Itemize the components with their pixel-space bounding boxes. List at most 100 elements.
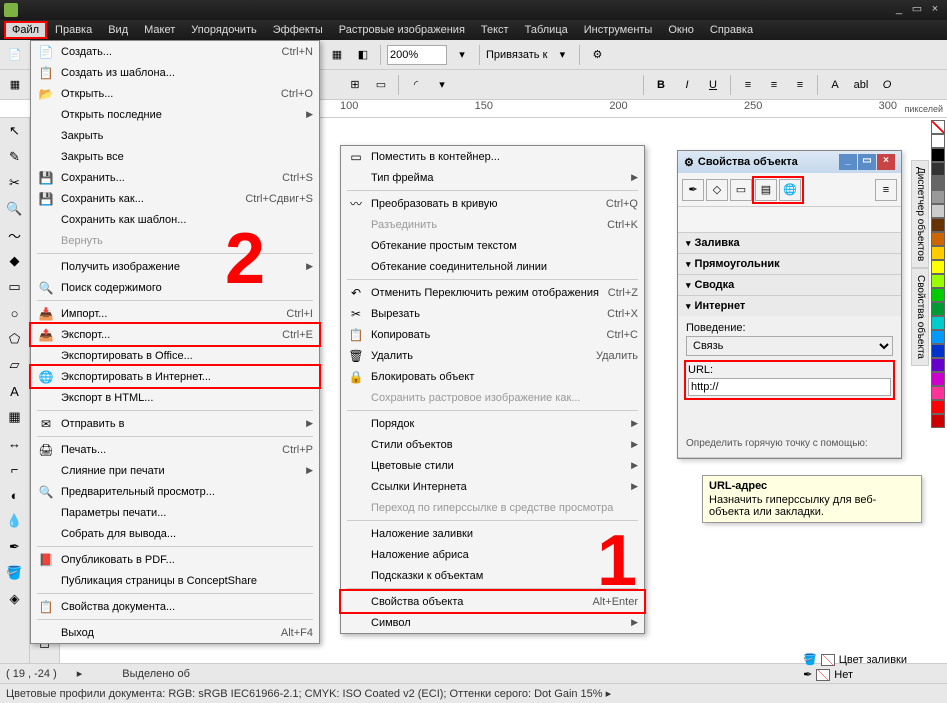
file-menu-item[interactable]: Слияние при печати▶ — [31, 460, 319, 481]
connector-tool-icon[interactable]: ⌐ — [2, 457, 28, 481]
color-swatch[interactable] — [931, 288, 945, 302]
file-menu-item[interactable]: Публикация страницы в ConceptShare — [31, 570, 319, 591]
menu-effects[interactable]: Эффекты — [265, 22, 331, 38]
menu-edit[interactable]: Правка — [47, 22, 100, 38]
tab-fill-icon[interactable]: ◇ — [706, 179, 728, 201]
file-menu-item[interactable]: 📕Опубликовать в PDF... — [31, 549, 319, 570]
file-menu-item[interactable]: 🔍Поиск содержимого — [31, 277, 319, 298]
color-swatch[interactable] — [931, 400, 945, 414]
context-menu-item[interactable]: Переход по гиперссылке в средстве просмо… — [341, 497, 644, 518]
tab-summary-icon[interactable]: ≡ — [875, 179, 897, 201]
color-swatch[interactable] — [931, 372, 945, 386]
context-menu-item[interactable]: Ссылки Интернета▶ — [341, 476, 644, 497]
crop-tool-icon[interactable]: ✂ — [2, 171, 28, 195]
file-menu-item[interactable]: 🌐Экспортировать в Интернет... — [31, 366, 319, 387]
file-menu-item[interactable]: Вернуть — [31, 230, 319, 251]
file-menu-item[interactable]: Экспорт в HTML... — [31, 387, 319, 408]
welcome-icon[interactable]: ◧ — [352, 44, 374, 66]
abl-icon[interactable]: abl — [850, 74, 872, 96]
position-icon[interactable]: ⊞ — [344, 74, 366, 96]
file-menu-item[interactable]: Параметры печати... — [31, 502, 319, 523]
file-menu-item[interactable]: 📋Свойства документа... — [31, 596, 319, 617]
section-rectangle[interactable]: Прямоугольник — [678, 254, 901, 274]
context-menu-item[interactable]: Обтекание соединительной линии — [341, 256, 644, 277]
rectangle-tool-icon[interactable]: ▭ — [2, 275, 28, 299]
file-menu-item[interactable]: 📤Экспорт...Ctrl+E — [31, 324, 319, 345]
app-launcher-icon[interactable]: ▦ — [326, 44, 348, 66]
context-menu-item[interactable]: 🔒Блокировать объект — [341, 366, 644, 387]
text-icon[interactable]: A — [824, 74, 846, 96]
underline-icon[interactable]: U — [702, 74, 724, 96]
file-menu-item[interactable]: 📥Импорт...Ctrl+I — [31, 303, 319, 324]
pick-tool-icon[interactable]: ↖ — [2, 119, 28, 143]
url-input[interactable] — [688, 378, 891, 396]
zoom-input[interactable] — [387, 45, 447, 65]
menu-layout[interactable]: Макет — [136, 22, 183, 38]
grid-icon[interactable]: ▦ — [4, 74, 26, 96]
file-menu-item[interactable]: 📄Создать...Ctrl+N — [31, 41, 319, 62]
context-menu-item[interactable]: ▭Поместить в контейнер... — [341, 146, 644, 167]
color-swatch[interactable] — [931, 134, 945, 148]
file-menu-item[interactable]: ВыходAlt+F4 — [31, 622, 319, 643]
color-swatch[interactable] — [931, 274, 945, 288]
context-menu-item[interactable]: ✂ВырезатьCtrl+X — [341, 303, 644, 324]
options-o-icon[interactable]: O — [876, 74, 898, 96]
menu-tools[interactable]: Инструменты — [576, 22, 661, 38]
context-menu-item[interactable]: Цветовые стили▶ — [341, 455, 644, 476]
tab-transparency-icon[interactable]: ▭ — [730, 179, 752, 201]
vtab-object-props[interactable]: Свойства объекта — [911, 268, 929, 366]
panel-max-button[interactable]: ▭ — [858, 154, 876, 170]
basic-shapes-icon[interactable]: ▱ — [2, 353, 28, 377]
corner-dropdown[interactable]: ▾ — [431, 74, 453, 96]
color-swatch[interactable] — [931, 176, 945, 190]
context-menu-item[interactable]: 🗑УдалитьУдалить — [341, 345, 644, 366]
color-swatch[interactable] — [931, 204, 945, 218]
smart-fill-icon[interactable]: ◆ — [2, 249, 28, 273]
maximize-button[interactable]: ▭ — [909, 3, 925, 17]
text-tool-icon[interactable]: A — [2, 379, 28, 403]
context-menu-item[interactable]: ↶Отменить Переключить режим отображенияC… — [341, 282, 644, 303]
context-menu-item[interactable]: РазъединитьCtrl+K — [341, 214, 644, 235]
file-menu-item[interactable]: 🔍Предварительный просмотр... — [31, 481, 319, 502]
file-menu-item[interactable]: 🖨Печать...Ctrl+P — [31, 439, 319, 460]
color-swatch[interactable] — [931, 148, 945, 162]
context-menu-item[interactable]: 📋КопироватьCtrl+C — [341, 324, 644, 345]
interactive-tool-icon[interactable]: ◐ — [2, 483, 28, 507]
new-doc-icon[interactable]: 📄 — [4, 44, 26, 66]
eyedropper-tool-icon[interactable]: 💧 — [2, 509, 28, 533]
italic-icon[interactable]: I — [676, 74, 698, 96]
context-menu-item[interactable]: 〰Преобразовать в кривуюCtrl+Q — [341, 193, 644, 214]
align-center-icon[interactable]: ≡ — [763, 74, 785, 96]
table-tool-icon[interactable]: ▦ — [2, 405, 28, 429]
file-menu-item[interactable]: 📂Открыть...Ctrl+O — [31, 83, 319, 104]
context-menu-item[interactable]: Обтекание простым текстом — [341, 235, 644, 256]
color-swatch[interactable] — [931, 218, 945, 232]
color-swatch[interactable] — [931, 316, 945, 330]
menu-text[interactable]: Текст — [473, 22, 517, 38]
options-icon[interactable]: ⚙ — [586, 44, 608, 66]
panel-min-button[interactable]: _ — [839, 154, 857, 170]
section-internet[interactable]: Интернет — [678, 296, 901, 316]
menu-view[interactable]: Вид — [100, 22, 136, 38]
context-menu-item[interactable]: Порядок▶ — [341, 413, 644, 434]
file-menu-item[interactable]: ✉Отправить в▶ — [31, 413, 319, 434]
size-icon[interactable]: ▭ — [370, 74, 392, 96]
align-left-icon[interactable]: ≡ — [737, 74, 759, 96]
file-menu-item[interactable]: Экспортировать в Office... — [31, 345, 319, 366]
color-swatch[interactable] — [931, 232, 945, 246]
minimize-button[interactable]: _ — [891, 3, 907, 17]
panel-header[interactable]: ⚙ Свойства объекта _ ▭ × — [678, 151, 901, 173]
close-button[interactable]: × — [927, 3, 943, 17]
color-swatch[interactable] — [931, 358, 945, 372]
fill-tool-icon[interactable]: 🪣 — [2, 561, 28, 585]
file-menu-item[interactable]: Открыть последние▶ — [31, 104, 319, 125]
color-swatch[interactable] — [931, 386, 945, 400]
interactive-fill-icon[interactable]: ◈ — [2, 587, 28, 611]
dimension-tool-icon[interactable]: ↔ — [2, 431, 28, 455]
file-menu-item[interactable]: Закрыть все — [31, 146, 319, 167]
file-menu-item[interactable]: 💾Сохранить...Ctrl+S — [31, 167, 319, 188]
color-swatch[interactable] — [931, 260, 945, 274]
tab-frame-icon[interactable]: ▤ — [755, 179, 777, 201]
color-swatch[interactable] — [931, 162, 945, 176]
menu-arrange[interactable]: Упорядочить — [183, 22, 264, 38]
